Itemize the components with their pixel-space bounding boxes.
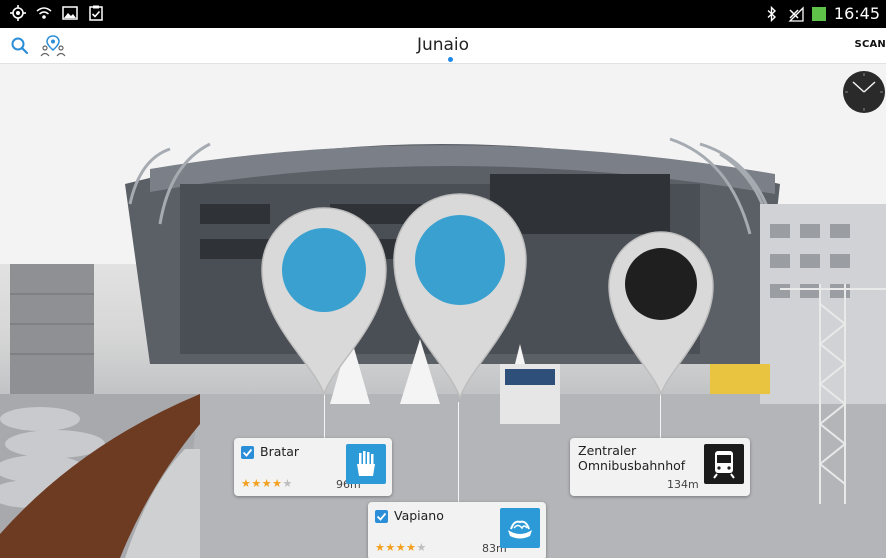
no-signal-icon: [788, 5, 804, 22]
battery-icon: [811, 6, 826, 21]
fries-icon: [346, 444, 386, 484]
poi-pin-bratar[interactable]: [258, 204, 390, 396]
checkbox-icon[interactable]: [375, 510, 388, 523]
status-time: 16:45: [833, 4, 880, 23]
bus-icon: [704, 444, 744, 484]
image-icon: [62, 6, 78, 20]
wifi-icon: [36, 7, 52, 19]
app-bar: Junaio SCAN: [0, 28, 886, 64]
rating-stars: ★★★★★: [375, 541, 427, 554]
poi-name: Bratar: [260, 444, 300, 459]
app-title: Junaio: [416, 35, 470, 55]
poi-name: Zentraler Omnibusbahnhof: [578, 443, 686, 473]
poi-card-zob[interactable]: Zentraler Omnibusbahnhof 134m: [570, 438, 750, 496]
bluetooth-icon: [767, 5, 776, 22]
poi-card-vapiano[interactable]: Vapiano ★★★★★ 83m: [368, 502, 546, 558]
scan-button[interactable]: SCAN: [855, 39, 886, 50]
poi-distance: 134m: [667, 478, 699, 491]
gps-icon: [10, 5, 26, 21]
rating-stars: ★★★★★: [241, 477, 293, 490]
pin-connector: [660, 394, 661, 440]
compass-icon[interactable]: [842, 70, 886, 114]
status-bar: 16:45: [0, 0, 886, 28]
camera-view: Bratar ★★★★★ 96m Vapiano ★★★★★ 83m Zentr…: [0, 64, 886, 558]
pin-connector: [458, 402, 459, 504]
poi-name: Vapiano: [394, 508, 444, 523]
pasta-icon: [500, 508, 540, 548]
poi-pin-zob[interactable]: [605, 228, 717, 396]
clipboard-check-icon: [89, 5, 103, 21]
poi-card-bratar[interactable]: Bratar ★★★★★ 96m: [234, 438, 392, 496]
checkbox-icon[interactable]: [241, 446, 254, 459]
pin-connector: [324, 394, 325, 440]
poi-pin-vapiano[interactable]: [390, 190, 530, 400]
title-indicator-dot: [448, 57, 453, 62]
